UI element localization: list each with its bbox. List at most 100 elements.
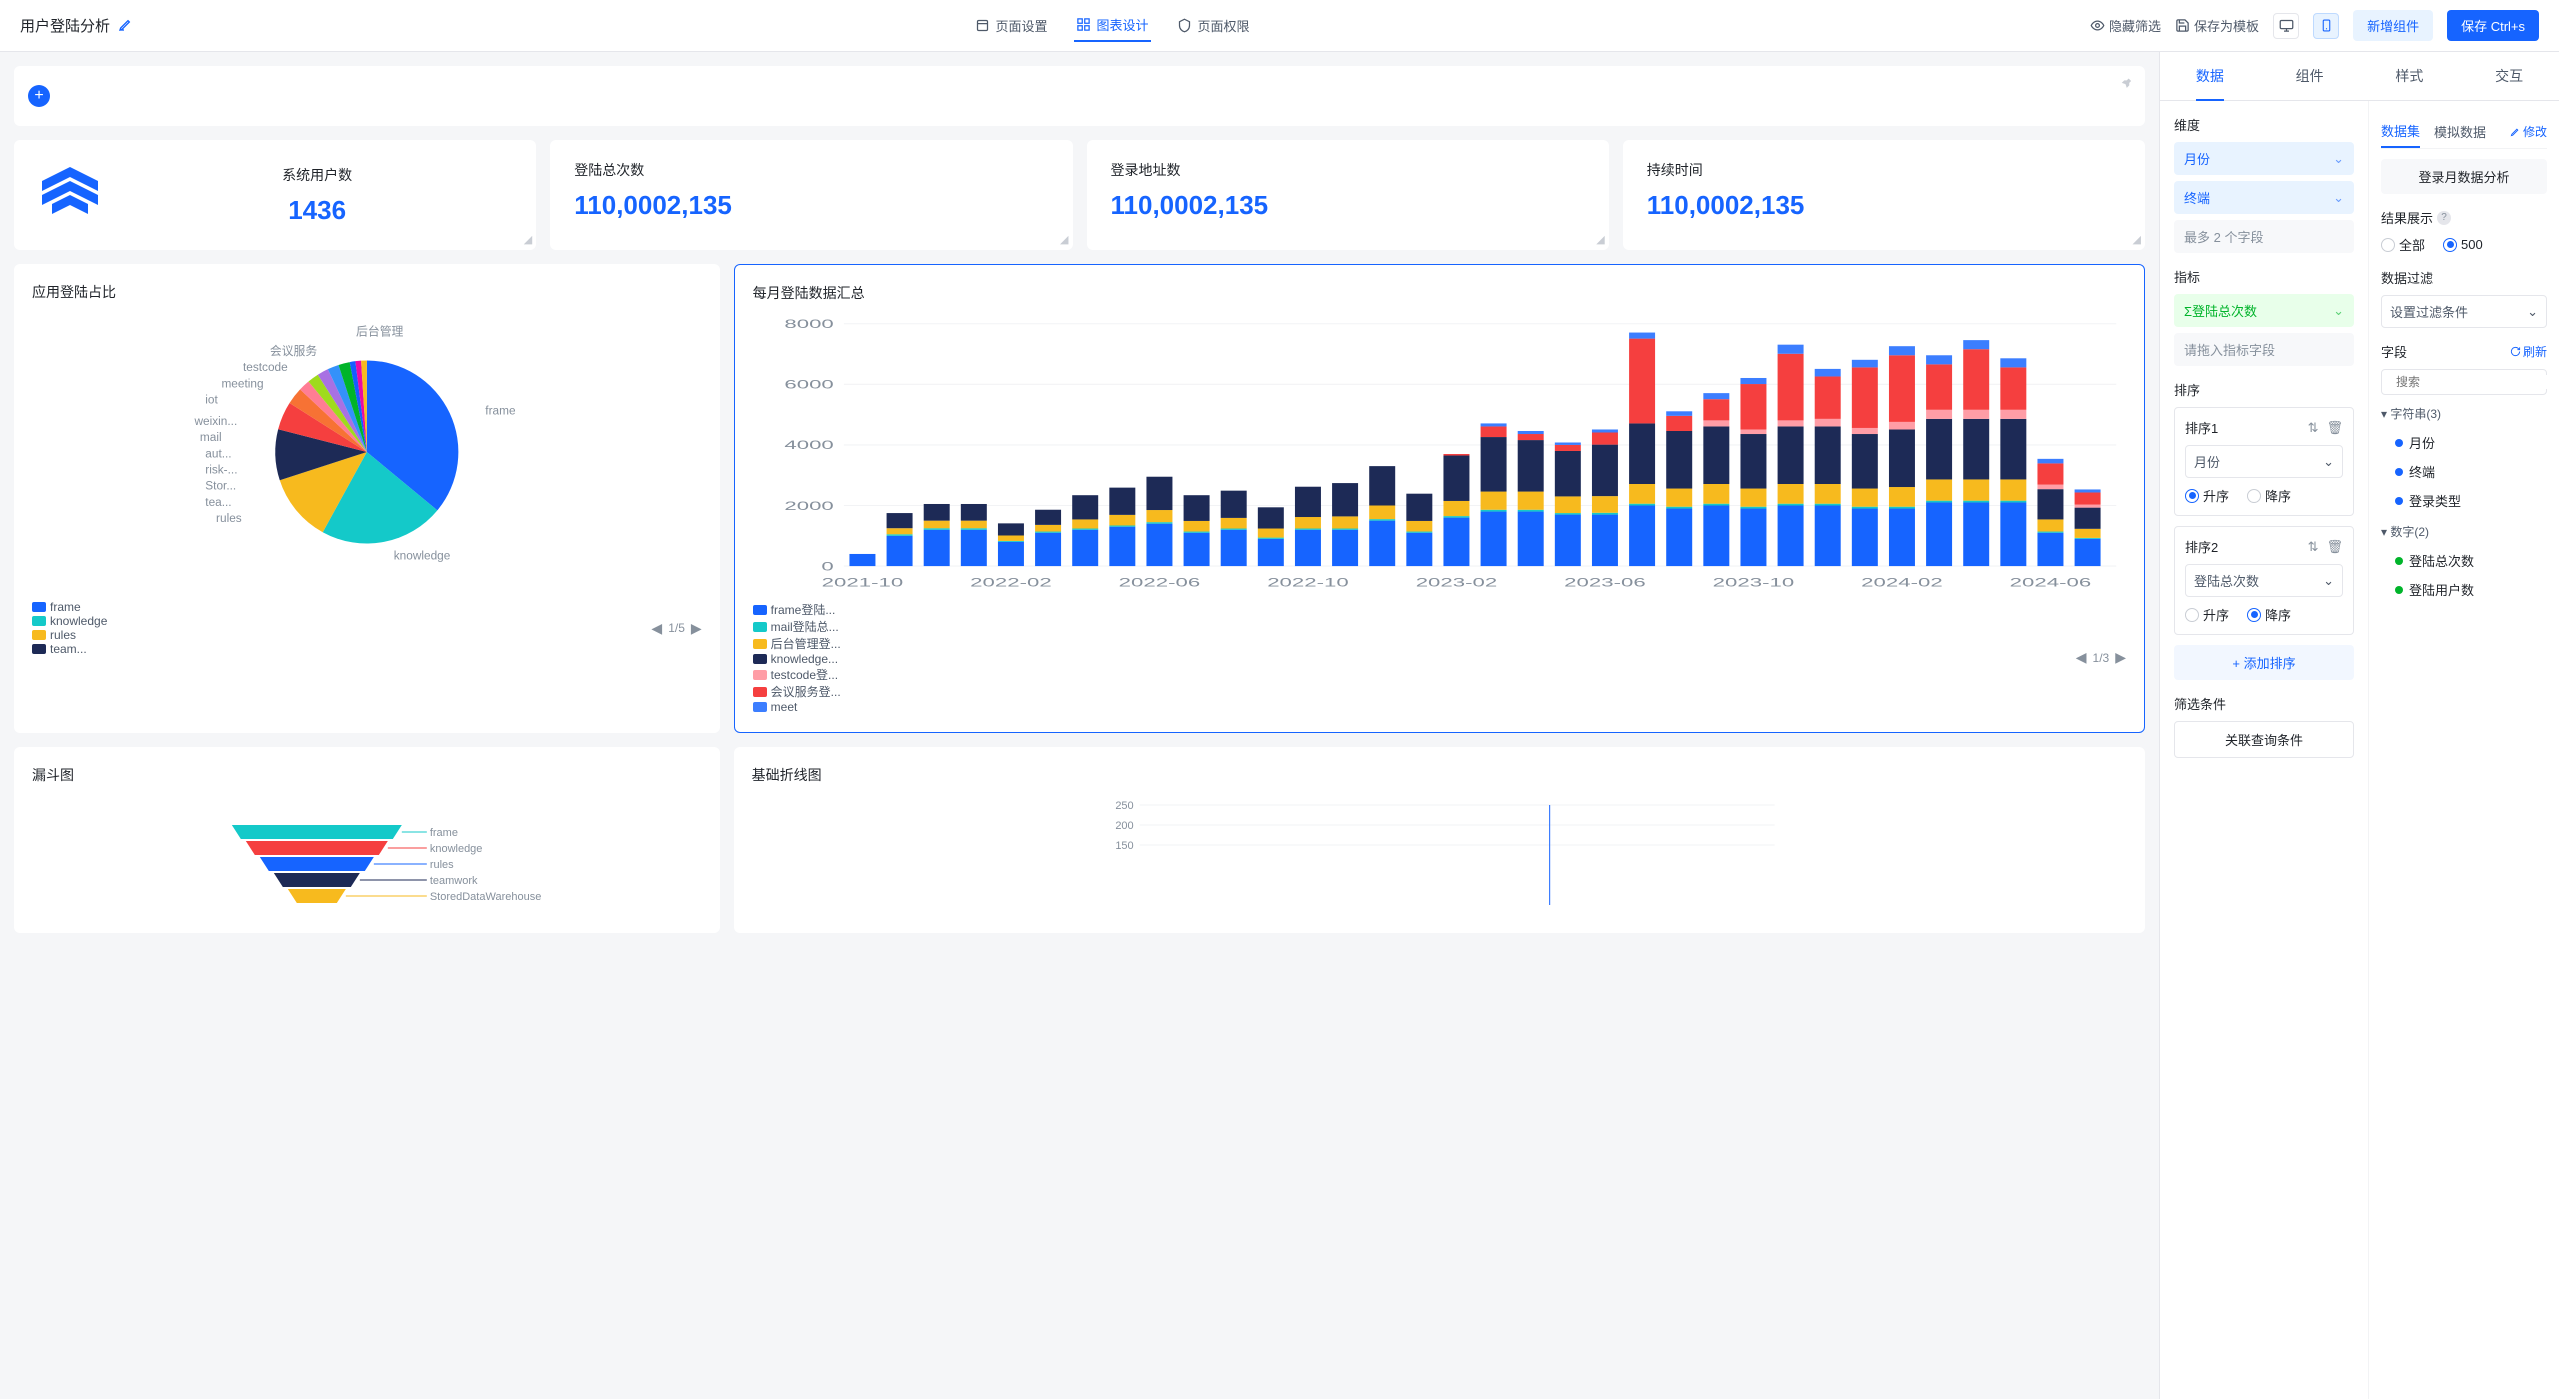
bar-next-icon[interactable]: ▶ [2115, 649, 2126, 666]
number-group-head[interactable]: ▾ 数字(2) [2381, 523, 2547, 540]
metric-hint[interactable]: 请拖入指标字段 [2174, 333, 2354, 366]
result-all-radio[interactable]: 全部 [2381, 235, 2425, 254]
string-group-head[interactable]: ▾ 字符串(3) [2381, 405, 2547, 422]
line-chart-card[interactable]: 基础折线图 150200250 [734, 747, 2145, 933]
tab-page-settings[interactable]: 页面设置 [973, 9, 1050, 42]
info-icon[interactable]: ? [2437, 211, 2451, 225]
add-widget-button[interactable]: 新增组件 [2353, 10, 2433, 41]
result-label: 结果展示? [2381, 208, 2547, 227]
logo-icon [38, 163, 102, 227]
legend-item[interactable]: 会议服务登... [753, 683, 841, 700]
sort-adjust-icon[interactable]: ⇅ [2308, 539, 2319, 555]
pie-prev-icon[interactable]: ◀ [651, 620, 662, 637]
pie-legend: frame knowledge rules team... ◀ 1/5 ▶ [32, 600, 702, 656]
field-search[interactable] [2381, 369, 2547, 395]
edit-link[interactable]: 修改 [2510, 123, 2547, 140]
legend-item[interactable]: knowledge [32, 614, 107, 628]
mobile-view-icon[interactable] [2313, 13, 2339, 39]
panel-tab-style[interactable]: 样式 [2360, 52, 2460, 100]
legend-item[interactable]: testcode登... [753, 666, 841, 683]
delete-icon[interactable]: 🗑 [2326, 420, 2343, 436]
top-right-actions: 隐藏筛选 保存为模板 新增组件 保存 Ctrl+s [2090, 10, 2539, 41]
bar-prev-icon[interactable]: ◀ [2076, 649, 2087, 666]
panel-tab-data[interactable]: 数据 [2160, 52, 2260, 100]
sort2-asc-radio[interactable]: 升序 [2185, 605, 2229, 624]
stat-addrs[interactable]: 登录地址数 110,0002,135 ◢ [1087, 140, 1609, 250]
legend-item[interactable]: meet [753, 700, 841, 714]
metric-label: 指标 [2174, 267, 2354, 286]
related-query-button[interactable]: 关联查询条件 [2174, 721, 2354, 758]
resize-handle-icon[interactable]: ◢ [2133, 233, 2141, 246]
svg-text:2022-06: 2022-06 [1118, 576, 1200, 589]
desktop-view-icon[interactable] [2273, 13, 2299, 39]
svg-text:risk-...: risk-... [205, 463, 237, 477]
resize-handle-icon[interactable]: ◢ [1596, 233, 1604, 246]
legend-item[interactable]: frame [32, 600, 107, 614]
pin-icon[interactable] [2118, 76, 2133, 94]
sort1-desc-radio[interactable]: 降序 [2247, 486, 2291, 505]
sort1-field-select[interactable]: 月份⌄ [2185, 445, 2343, 478]
legend-item[interactable]: mail登陆总... [753, 618, 841, 635]
refresh-link[interactable]: 刷新 [2510, 343, 2547, 360]
svg-text:aut...: aut... [205, 446, 231, 460]
result-500-radio[interactable]: 500 [2443, 235, 2483, 254]
legend-item[interactable]: rules [32, 628, 107, 642]
bar-title: 每月登陆数据汇总 [753, 283, 2126, 303]
stat-logins[interactable]: 登陆总次数 110,0002,135 ◢ [550, 140, 1072, 250]
field-item[interactable]: 月份 [2381, 428, 2547, 457]
subtab-mock[interactable]: 模拟数据 [2434, 116, 2486, 147]
resize-handle-icon[interactable]: ◢ [1060, 233, 1068, 246]
dim-terminal[interactable]: 终端⌄ [2174, 181, 2354, 214]
panel-tab-widget[interactable]: 组件 [2260, 52, 2360, 100]
dot-icon [2395, 586, 2403, 594]
add-sort-button[interactable]: + 添加排序 [2174, 645, 2354, 680]
save-button[interactable]: 保存 Ctrl+s [2447, 10, 2539, 41]
edit-title-icon[interactable] [118, 16, 134, 36]
funnel-chart-card[interactable]: 漏斗图 frameknowledgerulesteamworkStoredDat… [14, 747, 720, 933]
svg-text:2022-10: 2022-10 [1267, 576, 1349, 589]
pie-next-icon[interactable]: ▶ [691, 620, 702, 637]
field-item[interactable]: 登录类型 [2381, 486, 2547, 515]
field-item[interactable]: 终端 [2381, 457, 2547, 486]
data-filter-label: 数据过滤 [2381, 268, 2547, 287]
sort2-field-select[interactable]: 登陆总次数⌄ [2185, 564, 2343, 597]
field-item[interactable]: 登陆用户数 [2381, 575, 2547, 604]
data-filter-select[interactable]: 设置过滤条件⌄ [2381, 295, 2547, 328]
panel-left: 维度 月份⌄ 终端⌄ 最多 2 个字段 指标 Σ登陆总次数⌄ 请拖入指标字段 排… [2160, 101, 2369, 1399]
legend-item[interactable]: frame登陆... [753, 601, 841, 618]
stat-users[interactable]: 系统用户数 1436 ◢ [14, 140, 536, 250]
bar-body: 020004000600080002021-102022-022022-0620… [753, 313, 2126, 593]
panel-tab-interact[interactable]: 交互 [2459, 52, 2559, 100]
bar-page: 1/3 [2093, 651, 2110, 665]
stat-addrs-value: 110,0002,135 [1111, 190, 1585, 221]
legend-item[interactable]: team... [32, 642, 107, 656]
subtab-dataset[interactable]: 数据集 [2381, 115, 2420, 148]
metric-login-count[interactable]: Σ登陆总次数⌄ [2174, 294, 2354, 327]
field-item[interactable]: 登陆总次数 [2381, 546, 2547, 575]
dim-month[interactable]: 月份⌄ [2174, 142, 2354, 175]
save-template-button[interactable]: 保存为模板 [2175, 16, 2259, 35]
stat-duration[interactable]: 持续时间 110,0002,135 ◢ [1623, 140, 2145, 250]
pie-chart-card[interactable]: 应用登陆占比 后台管理会议服务testcodemeetingiotweixin.… [14, 264, 720, 733]
tab-page-perm[interactable]: 页面权限 [1175, 9, 1252, 42]
stat-logins-value: 110,0002,135 [574, 190, 1048, 221]
add-filter-icon[interactable]: + [28, 85, 50, 107]
tab-chart-design[interactable]: 图表设计 [1074, 9, 1151, 42]
sort-adjust-icon[interactable]: ⇅ [2308, 420, 2319, 436]
top-bar: 用户登陆分析 页面设置 图表设计 页面权限 隐藏筛选 [0, 0, 2559, 52]
svg-text:6000: 6000 [784, 378, 834, 391]
legend-item[interactable]: knowledge... [753, 652, 841, 666]
svg-text:2024-06: 2024-06 [2009, 576, 2091, 589]
sort2-desc-radio[interactable]: 降序 [2247, 605, 2291, 624]
sort1-asc-radio[interactable]: 升序 [2185, 486, 2229, 505]
delete-icon[interactable]: 🗑 [2326, 539, 2343, 555]
filter-bar-card[interactable]: + [14, 66, 2145, 126]
stat-users-label: 系统用户数 [122, 165, 512, 185]
hide-filter-button[interactable]: 隐藏筛选 [2090, 16, 2161, 35]
legend-item[interactable]: 后台管理登... [753, 635, 841, 652]
field-search-input[interactable] [2396, 375, 2551, 389]
bar-chart-card[interactable]: 每月登陆数据汇总 020004000600080002021-102022-02… [734, 264, 2145, 733]
dataset-button[interactable]: 登录月数据分析 [2381, 159, 2547, 194]
dim-hint[interactable]: 最多 2 个字段 [2174, 220, 2354, 253]
resize-handle-icon[interactable]: ◢ [524, 233, 532, 246]
